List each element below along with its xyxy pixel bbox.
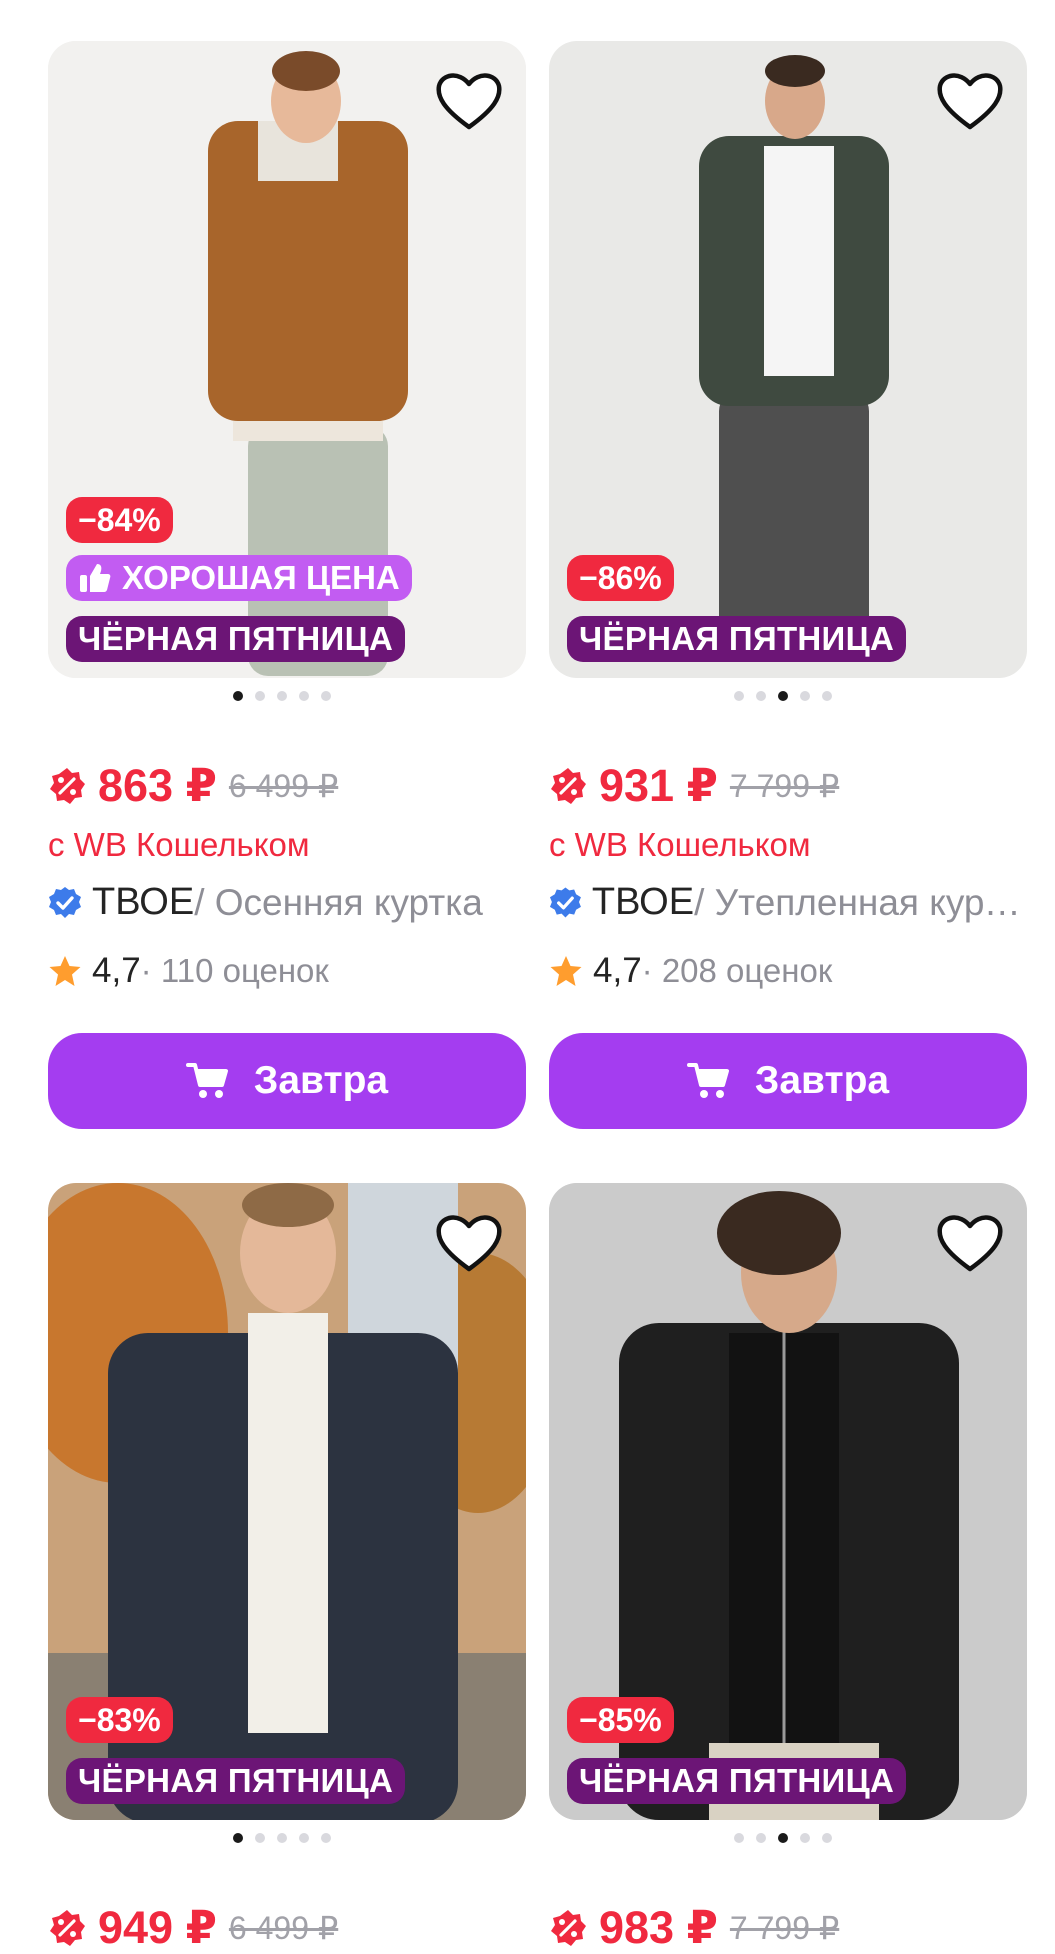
pager-dot xyxy=(800,691,810,701)
photo-pager xyxy=(734,1833,832,1847)
product-photo[interactable]: −86% ЧЁРНАЯ ПЯТНИЦА xyxy=(549,41,1027,678)
add-to-cart-button[interactable]: Завтра xyxy=(549,1033,1027,1129)
photo-pager xyxy=(233,691,331,705)
black-friday-badge: ЧЁРНАЯ ПЯТНИЦА xyxy=(66,616,406,662)
product-card[interactable]: −86% ЧЁРНАЯ ПЯТНИЦА 931 ₽ 7 799 ₽ с WB К… xyxy=(549,41,1027,1129)
pager-dot xyxy=(277,691,287,701)
pager-dot xyxy=(255,1833,265,1843)
pager-dot xyxy=(756,691,766,701)
delivery-label: Завтра xyxy=(754,1059,890,1102)
rating-value: 4,7 xyxy=(92,951,141,990)
pager-dot xyxy=(778,691,788,701)
current-price: 983 ₽ xyxy=(599,1902,718,1953)
pager-dot xyxy=(321,691,331,701)
brand-row[interactable]: ТВОЕ / Утепленная куртка xyxy=(549,881,1027,924)
pager-dot xyxy=(299,691,309,701)
pager-dot xyxy=(299,1833,309,1843)
product-photo[interactable]: −83% ЧЁРНАЯ ПЯТНИЦА xyxy=(48,1183,526,1820)
product-name: / Утепленная куртка xyxy=(694,881,1027,923)
pager-dot xyxy=(778,1833,788,1843)
price-row: 949 ₽ 6 499 ₽ xyxy=(48,1901,338,1954)
pager-dot xyxy=(800,1833,810,1843)
current-price: 949 ₽ xyxy=(98,1902,217,1953)
price-row: 983 ₽ 7 799 ₽ xyxy=(549,1901,839,1954)
photo-pager xyxy=(233,1833,331,1847)
pager-dot xyxy=(255,691,265,701)
reviews-count: · 110 оценок xyxy=(140,952,329,989)
favorite-heart-icon[interactable] xyxy=(434,1211,504,1275)
pager-dot xyxy=(734,1833,744,1843)
verified-check-icon xyxy=(549,887,581,918)
thumbs-up-icon xyxy=(80,564,111,592)
product-photo[interactable]: −85% ЧЁРНАЯ ПЯТНИЦА xyxy=(549,1183,1027,1820)
favorite-heart-icon[interactable] xyxy=(434,69,504,133)
discount-badge: −86% xyxy=(567,555,674,601)
reviews-count: · 208 оценок xyxy=(641,952,833,989)
brand-name: ТВОЕ xyxy=(92,881,195,923)
discount-badge: −83% xyxy=(66,1697,173,1743)
black-friday-badge: ЧЁРНАЯ ПЯТНИЦА xyxy=(66,1758,406,1804)
favorite-heart-icon[interactable] xyxy=(935,69,1005,133)
delivery-label: Завтра xyxy=(253,1059,389,1102)
brand-name: ТВОЕ xyxy=(591,881,695,923)
pager-dot xyxy=(277,1833,287,1843)
rating-value: 4,7 xyxy=(593,951,642,990)
pager-dot xyxy=(822,691,832,701)
discount-badge: −85% xyxy=(567,1697,674,1743)
old-price: 7 799 ₽ xyxy=(729,1909,840,1946)
photo-pager xyxy=(734,691,832,705)
old-price: 6 499 ₽ xyxy=(228,767,339,804)
percent-badge-icon xyxy=(551,767,586,804)
verified-check-icon xyxy=(49,886,81,918)
product-name: / Осенняя куртка xyxy=(194,881,483,923)
good-price-label: ХОРОШАЯ ЦЕНА xyxy=(122,559,400,596)
product-card[interactable]: −83% ЧЁРНАЯ ПЯТНИЦА 949 ₽ 6 499 ₽ xyxy=(48,1183,526,1953)
product-photo[interactable]: −84% ХОРОШАЯ ЦЕНА ЧЁРНАЯ ПЯТНИЦА xyxy=(48,41,526,678)
current-price: 863 ₽ xyxy=(98,760,217,811)
brand-row[interactable]: ТВОЕ / Осенняя куртка xyxy=(48,881,526,924)
favorite-heart-icon[interactable] xyxy=(935,1211,1005,1275)
wallet-price-note: с WB Кошельком xyxy=(48,826,310,863)
cart-icon xyxy=(686,1063,729,1098)
black-friday-badge: ЧЁРНАЯ ПЯТНИЦА xyxy=(567,616,907,662)
percent-badge-icon xyxy=(50,1909,85,1946)
pager-dot xyxy=(233,1833,243,1843)
add-to-cart-button[interactable]: Завтра xyxy=(48,1033,526,1129)
percent-badge-icon xyxy=(50,767,85,804)
pager-dot xyxy=(321,1833,331,1843)
old-price: 6 499 ₽ xyxy=(228,1909,339,1946)
cart-icon xyxy=(185,1063,228,1098)
product-card[interactable]: −85% ЧЁРНАЯ ПЯТНИЦА 983 ₽ 7 799 ₽ xyxy=(549,1183,1027,1953)
pager-dot xyxy=(233,691,243,701)
percent-badge-icon xyxy=(551,1909,586,1946)
price-row: 863 ₽ 6 499 ₽ xyxy=(48,759,338,812)
pager-dot xyxy=(734,691,744,701)
product-card[interactable]: −84% ХОРОШАЯ ЦЕНА ЧЁРНАЯ ПЯТНИЦА 863 ₽ 6… xyxy=(48,41,526,1129)
pager-dot xyxy=(756,1833,766,1843)
old-price: 7 799 ₽ xyxy=(729,767,840,804)
pager-dot xyxy=(822,1833,832,1843)
good-price-badge: ХОРОШАЯ ЦЕНА xyxy=(66,555,412,601)
current-price: 931 ₽ xyxy=(599,760,718,811)
wallet-price-note: с WB Кошельком xyxy=(549,826,811,863)
rating-row: 4,7 · 110 оценок xyxy=(48,951,329,991)
discount-badge: −84% xyxy=(66,497,173,543)
star-icon xyxy=(49,955,81,986)
rating-row: 4,7 · 208 оценок xyxy=(549,951,832,991)
star-icon xyxy=(550,955,582,986)
price-row: 931 ₽ 7 799 ₽ xyxy=(549,759,839,812)
black-friday-badge: ЧЁРНАЯ ПЯТНИЦА xyxy=(567,1758,907,1804)
